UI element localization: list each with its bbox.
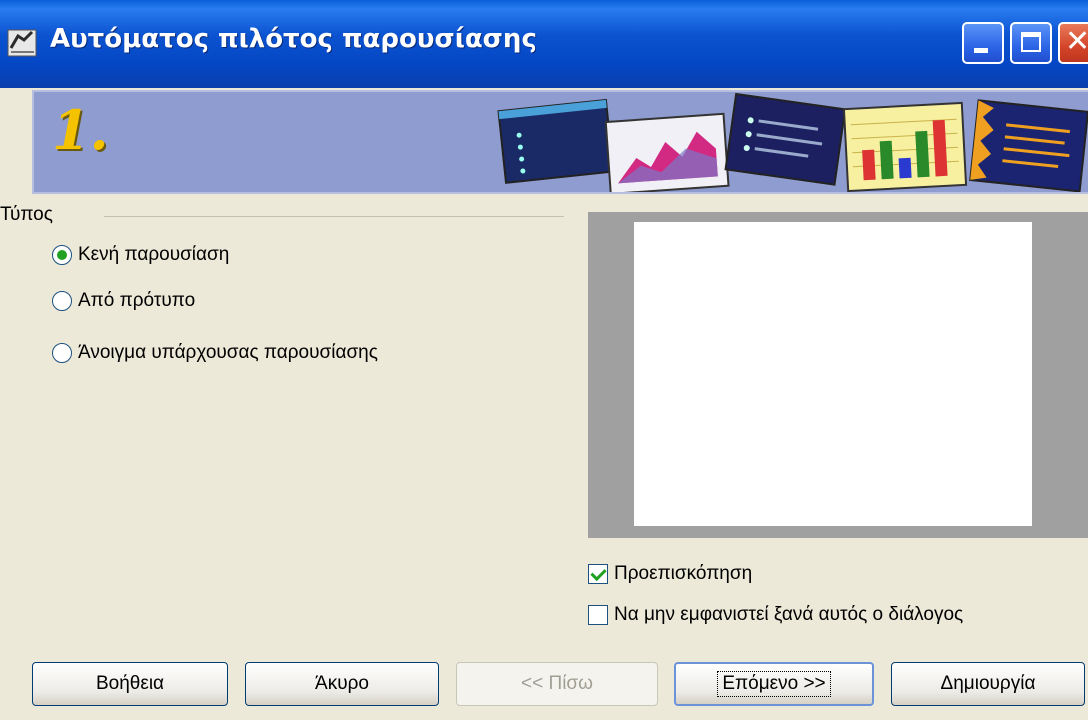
create-button[interactable]: Δημιουργία	[891, 662, 1085, 706]
help-button[interactable]: Βοήθεια	[32, 662, 228, 706]
presentation-slides-illustration	[497, 92, 1088, 192]
checkbox-label: Προεπισκόπηση	[614, 563, 753, 584]
radio-empty-presentation[interactable]: Κενή παρουσίαση	[52, 244, 229, 266]
checkbox-label: Να μην εμφανιστεί ξανά αυτός ο διάλογος	[614, 604, 964, 625]
create-button-label: Δημιουργία	[940, 673, 1036, 694]
wizard-header-banner: 1.	[32, 90, 1088, 194]
help-button-label: Βοήθεια	[95, 673, 165, 694]
checkbox[interactable]	[588, 564, 608, 584]
radio-open-existing[interactable]: Άνοιγμα υπάρχουσας παρουσίασης	[52, 342, 378, 364]
maximize-button[interactable]	[1010, 22, 1052, 64]
radio-from-template[interactable]: Από πρότυπο	[52, 290, 195, 312]
radio-label: Από πρότυπο	[78, 290, 196, 311]
radio-button[interactable]	[52, 245, 72, 265]
window-title: Αυτόματος πιλότος παρουσίασης	[50, 24, 537, 54]
close-button[interactable]: ✕	[1058, 22, 1088, 64]
next-button-label: Επόμενο >>	[717, 671, 831, 697]
checkbox[interactable]	[588, 605, 608, 625]
step-number: 1.	[52, 98, 109, 162]
type-group-divider	[104, 216, 564, 217]
minimize-icon	[974, 48, 988, 53]
next-button[interactable]: Επόμενο >>	[674, 662, 874, 706]
presentation-wizard-dialog: Αυτόματος πιλότος παρουσίασης ✕ 1. Τύπος…	[0, 0, 1088, 720]
back-button[interactable]: << Πίσω	[456, 662, 658, 706]
checkbox-do-not-show-again[interactable]: Να μην εμφανιστεί ξανά αυτός ο διάλογος	[588, 604, 963, 626]
title-bar[interactable]: Αυτόματος πιλότος παρουσίασης ✕	[0, 0, 1088, 88]
cancel-button-label: Άκυρο	[315, 673, 369, 694]
checkbox-preview[interactable]: Προεπισκόπηση	[588, 563, 752, 585]
back-button-label: << Πίσω	[521, 673, 593, 694]
type-group-label: Τύπος	[0, 204, 53, 225]
minimize-button[interactable]	[962, 22, 1004, 64]
radio-button[interactable]	[52, 291, 72, 311]
radio-button[interactable]	[52, 343, 72, 363]
maximize-icon	[1021, 32, 1041, 52]
radio-label: Κενή παρουσίαση	[78, 244, 230, 265]
preview-slide	[634, 222, 1032, 526]
close-icon: ✕	[1065, 24, 1088, 59]
app-icon	[7, 29, 37, 57]
preview-area	[588, 212, 1088, 538]
cancel-button[interactable]: Άκυρο	[245, 662, 439, 706]
radio-label: Άνοιγμα υπάρχουσας παρουσίασης	[78, 342, 378, 363]
